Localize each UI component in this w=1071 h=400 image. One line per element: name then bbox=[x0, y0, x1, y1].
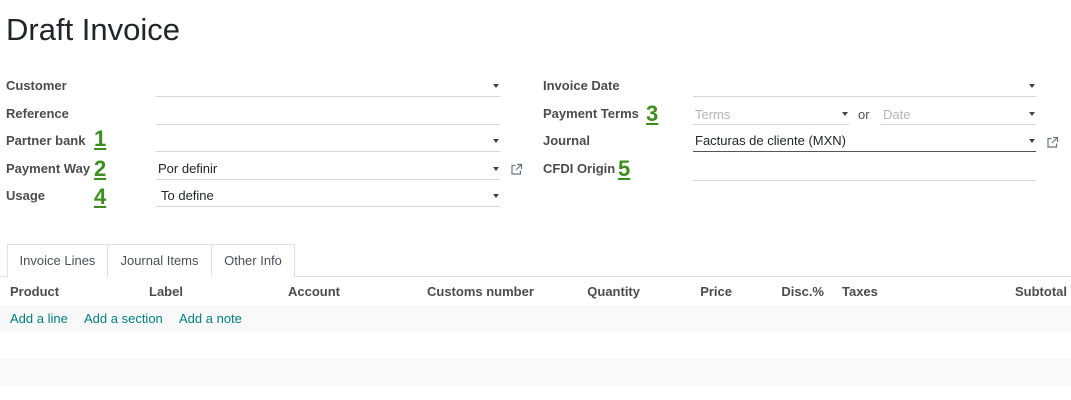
cfdi-origin-field[interactable] bbox=[693, 159, 1036, 181]
payment-way-label: Payment Way bbox=[6, 161, 91, 176]
tab-invoice-lines[interactable]: Invoice Lines bbox=[7, 244, 108, 278]
add-section-link[interactable]: Add a section bbox=[84, 311, 163, 326]
usage-value: To define bbox=[161, 188, 214, 203]
dropdown-caret-icon[interactable] bbox=[493, 194, 499, 198]
page-title: Draft Invoice bbox=[6, 12, 181, 47]
cfdi-origin-label: CFDI Origin bbox=[543, 161, 616, 176]
payment-terms-label: Payment Terms bbox=[543, 106, 639, 121]
reference-field[interactable] bbox=[156, 103, 500, 125]
customer-label: Customer bbox=[6, 78, 67, 93]
customer-field[interactable] bbox=[156, 75, 500, 97]
external-link-icon[interactable] bbox=[1046, 136, 1059, 149]
dropdown-caret-icon[interactable] bbox=[1029, 139, 1035, 143]
invoice-date-field[interactable] bbox=[693, 75, 1036, 97]
dropdown-caret-icon[interactable] bbox=[842, 112, 848, 116]
annotation-marker-1: 1 bbox=[94, 126, 107, 151]
reference-label: Reference bbox=[6, 106, 69, 121]
column-header-label[interactable]: Label bbox=[149, 284, 183, 299]
table-row bbox=[0, 359, 1071, 387]
journal-label: Journal bbox=[543, 133, 590, 148]
column-header-taxes[interactable]: Taxes bbox=[842, 284, 878, 299]
annotation-marker-2: 2 bbox=[94, 156, 107, 181]
column-header-quantity[interactable]: Quantity bbox=[560, 284, 640, 299]
annotation-marker-3: 3 bbox=[646, 101, 659, 126]
column-header-subtotal[interactable]: Subtotal bbox=[960, 284, 1067, 299]
notebook-tabs: Invoice Lines Journal Items Other Info bbox=[0, 244, 1071, 278]
dropdown-caret-icon[interactable] bbox=[493, 84, 499, 88]
journal-field[interactable]: Facturas de cliente (MXN) bbox=[693, 130, 1036, 152]
partner-bank-field[interactable] bbox=[156, 130, 500, 152]
column-header-discount[interactable]: Disc.% bbox=[760, 284, 824, 299]
usage-field[interactable]: To define bbox=[156, 185, 500, 207]
date-placeholder: Date bbox=[883, 107, 911, 122]
column-header-account[interactable]: Account bbox=[288, 284, 340, 299]
add-note-link[interactable]: Add a note bbox=[179, 311, 242, 326]
external-link-icon[interactable] bbox=[510, 163, 523, 176]
terms-placeholder: Terms bbox=[695, 107, 731, 122]
invoice-date-label: Invoice Date bbox=[543, 78, 620, 93]
add-line-link[interactable]: Add a line bbox=[10, 311, 68, 326]
due-date-field[interactable]: Date bbox=[881, 103, 1036, 125]
column-header-price[interactable]: Price bbox=[660, 284, 732, 299]
dropdown-caret-icon[interactable] bbox=[493, 139, 499, 143]
tab-other-info[interactable]: Other Info bbox=[211, 244, 295, 277]
payment-terms-select[interactable]: Terms bbox=[693, 103, 849, 125]
dropdown-caret-icon[interactable] bbox=[1029, 112, 1035, 116]
usage-label: Usage bbox=[6, 188, 46, 203]
column-header-customs-number[interactable]: Customs number bbox=[427, 284, 534, 299]
annotation-marker-5: 5 bbox=[618, 156, 631, 181]
payment-way-value: Por definir bbox=[158, 161, 218, 176]
payment-way-field[interactable]: Por definir bbox=[156, 158, 500, 180]
dropdown-caret-icon[interactable] bbox=[1029, 84, 1035, 88]
journal-value: Facturas de cliente (MXN) bbox=[695, 133, 846, 148]
dropdown-caret-icon[interactable] bbox=[493, 167, 499, 171]
partner-bank-label: Partner bank bbox=[6, 133, 86, 148]
or-separator: or bbox=[858, 107, 870, 122]
annotation-marker-4: 4 bbox=[94, 184, 107, 209]
tab-journal-items[interactable]: Journal Items bbox=[107, 244, 212, 277]
column-header-product[interactable]: Product bbox=[10, 284, 59, 299]
